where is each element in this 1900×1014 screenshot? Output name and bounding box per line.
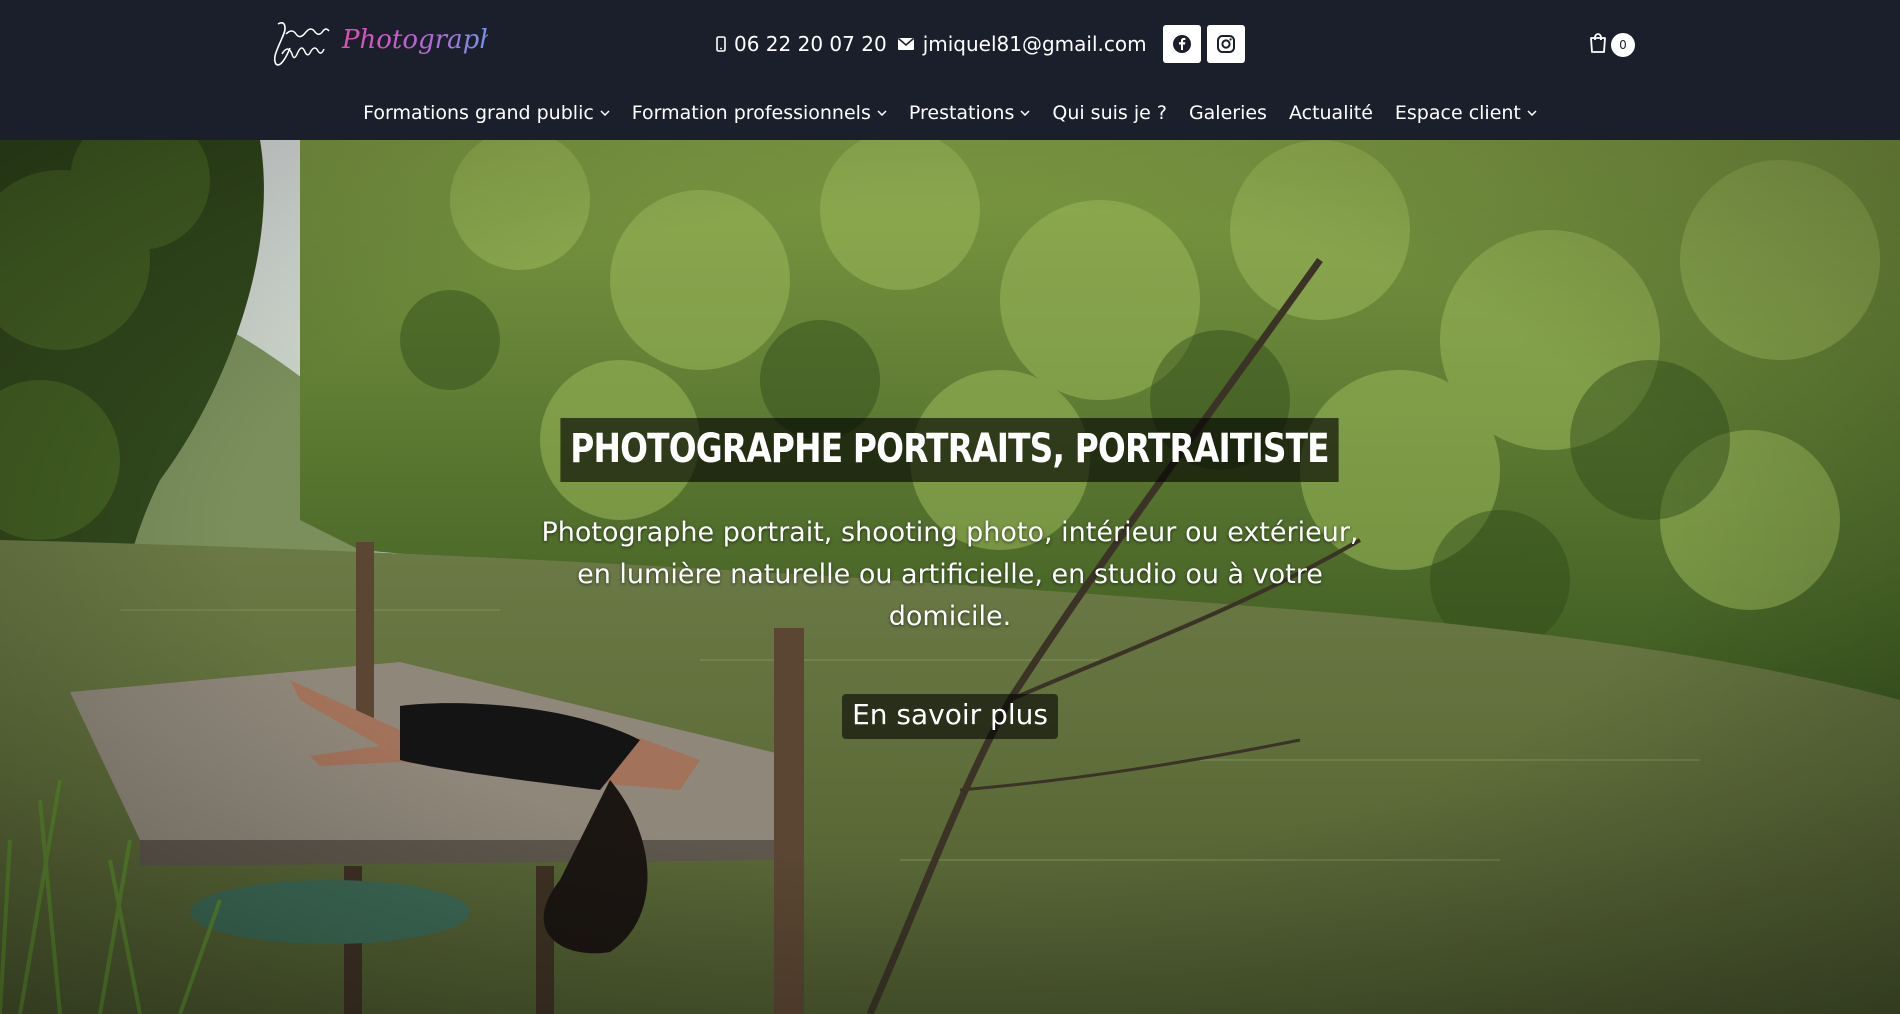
chevron-down-icon <box>1527 110 1537 116</box>
instagram-icon <box>1216 35 1235 53</box>
learn-more-button[interactable]: En savoir plus <box>842 694 1058 739</box>
nav-item-label: Prestations <box>908 102 1015 124</box>
nav-item-label: Qui suis je ? <box>1052 102 1167 124</box>
instagram-button[interactable] <box>1206 25 1245 63</box>
nav-item-prestations[interactable]: Prestations <box>898 102 1042 124</box>
facebook-button[interactable] <box>1162 25 1201 63</box>
nav-item-label: Galeries <box>1188 102 1267 124</box>
email-link[interactable]: jmiquel81@gmail.com <box>897 32 1147 56</box>
nav-item-actualite[interactable]: Actualité <box>1278 102 1384 124</box>
hero-section: PHOTOGRAPHE PORTRAITS, PORTRAITISTE Phot… <box>0 140 1900 1014</box>
nav-item-label: Formation professionnels <box>631 102 871 124</box>
cart-button[interactable]: 0 <box>1587 32 1635 58</box>
logo-image: Photographe <box>273 22 511 66</box>
phone-number: 06 22 20 07 20 <box>734 32 887 56</box>
nav-item-label: Actualité <box>1288 102 1373 124</box>
chevron-down-icon <box>600 110 610 116</box>
main-navigation: Formations grand public Formation profes… <box>0 95 1900 131</box>
site-logo[interactable]: Photographe <box>266 18 511 72</box>
contact-bar: 06 22 20 07 20 jmiquel81@gmail.com <box>716 25 1245 63</box>
site-header: Photographe 06 22 20 07 20 jmiquel81@gma… <box>0 0 1900 140</box>
chevron-down-icon <box>877 110 887 116</box>
hero-title: PHOTOGRAPHE PORTRAITS, PORTRAITISTE <box>560 418 1340 482</box>
nav-item-espace-client[interactable]: Espace client <box>1384 102 1548 124</box>
hero-content: PHOTOGRAPHE PORTRAITS, PORTRAITISTE Phot… <box>0 418 1900 739</box>
nav-item-label: Formations grand public <box>363 102 594 124</box>
nav-item-galeries[interactable]: Galeries <box>1178 102 1278 124</box>
phone-link[interactable]: 06 22 20 07 20 <box>716 32 887 56</box>
nav-item-formations-grand-public[interactable]: Formations grand public <box>352 102 621 124</box>
cart-count-badge: 0 <box>1611 33 1635 57</box>
envelope-icon <box>897 37 915 51</box>
mobile-phone-icon <box>716 36 726 52</box>
logo-wordmark: Photographe <box>341 25 488 55</box>
nav-item-qui-suis-je[interactable]: Qui suis je ? <box>1041 102 1178 124</box>
email-address: jmiquel81@gmail.com <box>922 32 1147 56</box>
facebook-icon <box>1172 35 1191 53</box>
chevron-down-icon <box>1020 110 1030 116</box>
shopping-bag-icon <box>1587 32 1609 58</box>
hero-subtitle: Photographe portrait, shooting photo, in… <box>541 517 1359 632</box>
nav-item-formation-professionnels[interactable]: Formation professionnels <box>621 102 898 124</box>
nav-item-label: Espace client <box>1394 102 1521 124</box>
